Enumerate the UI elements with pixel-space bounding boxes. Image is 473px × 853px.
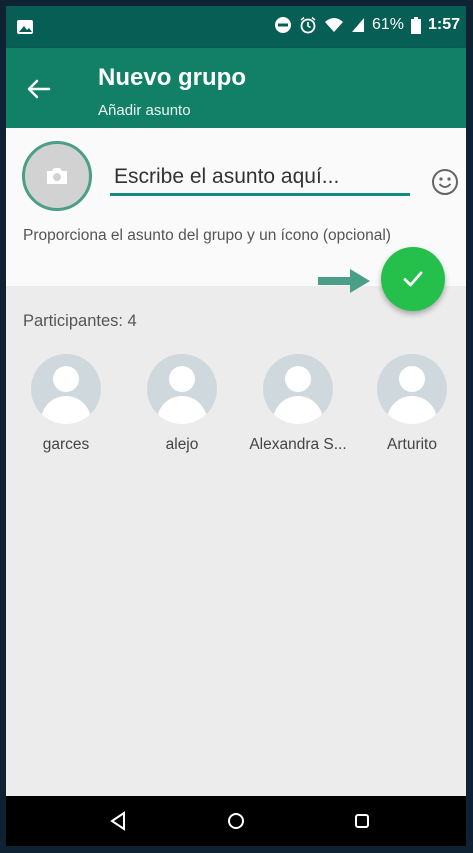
participant-item[interactable]: Arturito bbox=[357, 354, 466, 454]
participant-item[interactable]: alejo bbox=[127, 354, 237, 454]
participant-item[interactable]: Alexandra S... bbox=[243, 354, 353, 454]
camera-icon bbox=[47, 168, 67, 184]
home-circle-icon[interactable] bbox=[224, 809, 248, 833]
participants-list: garces alejo Alexandra S... Arturito bbox=[6, 354, 466, 464]
alarm-icon bbox=[300, 16, 316, 34]
participant-name: Arturito bbox=[387, 436, 437, 453]
group-icon-picker[interactable] bbox=[22, 141, 92, 211]
page-subtitle: Añadir asunto bbox=[98, 102, 191, 119]
navigation-bar bbox=[6, 796, 466, 846]
confirm-button[interactable] bbox=[381, 247, 445, 311]
signal-icon bbox=[351, 18, 364, 32]
recents-square-icon[interactable] bbox=[350, 809, 374, 833]
gallery-icon bbox=[17, 20, 33, 34]
clock: 1:57 bbox=[427, 16, 460, 33]
status-bar: 61% 1:57 bbox=[6, 6, 466, 48]
avatar bbox=[31, 354, 101, 424]
participant-name: Alexandra S... bbox=[249, 436, 347, 453]
app-bar: Nuevo grupo Añadir asunto bbox=[6, 48, 466, 128]
participant-name: garces bbox=[42, 436, 90, 453]
participant-name: alejo bbox=[165, 436, 199, 453]
page-title: Nuevo grupo bbox=[98, 64, 246, 91]
subject-hint: Proporciona el asunto del grupo y un íco… bbox=[23, 227, 391, 244]
arrow-right-icon bbox=[318, 269, 370, 293]
do-not-disturb-icon bbox=[274, 17, 291, 33]
phone-screen: 61% 1:57 Nuevo grupo Añadir asunto Prop bbox=[6, 6, 466, 846]
participants-section: Participantes: 4 garces alejo Alexandra … bbox=[6, 286, 466, 796]
avatar bbox=[263, 354, 333, 424]
avatar bbox=[147, 354, 217, 424]
participants-count: Participantes: 4 bbox=[23, 312, 137, 330]
arrow-left-icon[interactable] bbox=[24, 74, 54, 104]
wifi-icon bbox=[324, 18, 343, 32]
status-icons: 61% 1:57 bbox=[274, 16, 460, 34]
avatar bbox=[377, 354, 447, 424]
check-icon bbox=[403, 271, 423, 287]
battery-icon bbox=[410, 16, 421, 34]
back-triangle-icon[interactable] bbox=[106, 809, 130, 833]
participant-item[interactable]: garces bbox=[11, 354, 121, 454]
emoji-icon[interactable] bbox=[431, 168, 459, 196]
subject-input[interactable] bbox=[110, 160, 410, 196]
battery-percent: 61% bbox=[371, 16, 404, 33]
